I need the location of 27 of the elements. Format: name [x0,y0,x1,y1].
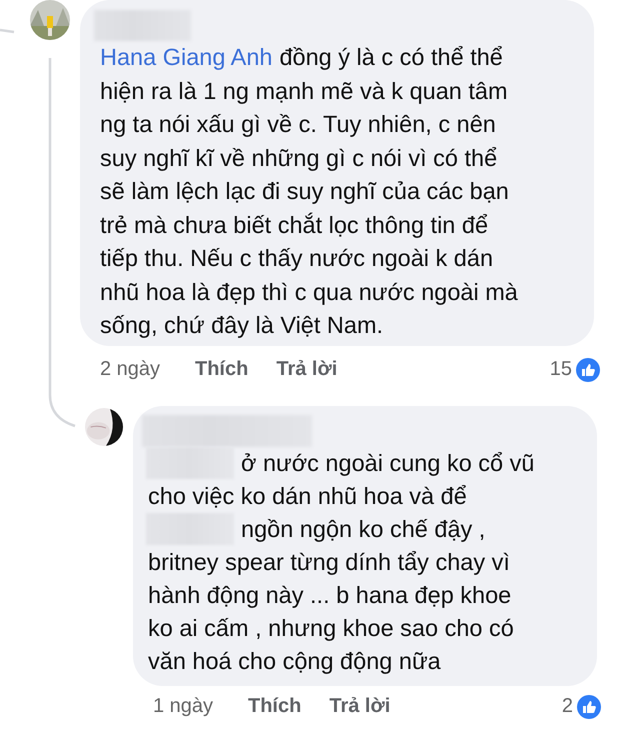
comment-text: ng ta nói xấu gì về c. Tuy nhiên, c nên [100,110,496,139]
comment-text: ngồn ngộn ko chế đậy , [241,514,486,544]
comment-text: hành động này ... b hana đẹp khoe [148,580,512,610]
like-link[interactable]: Thích [248,695,302,718]
comment-text: ko ai cấm , nhưng khoe sao cho có [148,614,514,643]
comment-time: 1 ngày [153,695,214,718]
comment-text: đồng ý là c có thể thể [279,43,503,72]
comment-text: ở nước ngoài cung ko cổ vũ [241,448,534,478]
comment-text: hiện ra là 1 ng mạnh mẽ và k quan tâm [100,76,508,106]
comment-text: britney spear từng dính tẩy chay vì [148,548,510,577]
like-link[interactable]: Thích [195,358,248,381]
comment-text: văn hoá cho cộng động nữa [148,646,441,676]
reaction-count: 2 [562,695,573,718]
comment-text: tiếp thu. Nếu c thấy nước ngoài k dán [100,244,494,273]
thumbs-up-icon [577,694,601,718]
reply-link[interactable]: Trả lời [276,358,338,381]
comment-text: sẽ làm lệch lạc đi suy nghĩ của các bạn [100,177,509,206]
comment-time: 2 ngày [100,358,162,381]
thumbs-up-icon [576,358,600,382]
comment-text: suy nghĩ kĩ về những gì c nói vì có thể [100,144,498,173]
comment-text: cho việc ko dán nhũ hoa và để [148,482,467,510]
comment-text: nhũ hoa là đẹp thì c qua nước ngoài mà [100,278,518,307]
reaction-count: 15 [550,358,572,381]
reply-link[interactable]: Trả lời [329,695,390,718]
comment-text: sống, chứ đây là Việt Nam. [100,311,384,340]
comment-text: trẻ mà chưa biết chắt lọc thông tin để [100,210,488,240]
mention-link[interactable]: Hana Giang Anh [100,41,272,74]
